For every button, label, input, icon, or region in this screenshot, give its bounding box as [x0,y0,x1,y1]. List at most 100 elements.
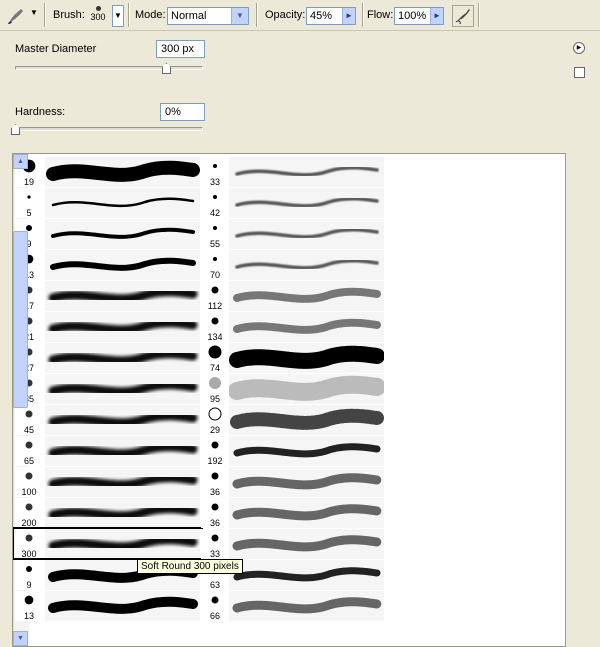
brush-stroke-preview[interactable] [45,436,200,466]
brush-picker-panel: Master Diameter 300 px Hardness: 0% ▶ 19… [0,32,600,647]
brush-preset-thumb[interactable]: 66 [201,591,229,621]
brush-preset-thumb[interactable]: 65 [15,436,43,466]
texture-brush-tip-icon [211,596,219,604]
brush-stroke-preview[interactable] [45,312,200,342]
brush-stroke-preview[interactable] [45,157,200,187]
mode-select[interactable]: Normal ▼ [167,7,249,25]
brush-stroke-preview[interactable] [229,560,384,590]
brush-stroke-preview[interactable] [229,188,384,218]
brush-size-label: 36 [209,487,220,497]
brush-tool-icon[interactable] [6,6,26,26]
soft-brush-tip-icon [25,472,33,480]
leaf-brush-tip-icon [208,345,222,359]
stroke-preview [229,375,384,401]
opacity-field[interactable]: 45% ► [306,7,356,25]
brush-stroke-preview[interactable] [229,250,384,280]
brush-preset-thumb[interactable]: 70 [201,250,229,280]
brush-preset-thumb[interactable]: 134 [201,312,229,342]
master-diameter-slider[interactable] [15,66,203,70]
brush-stroke-preview[interactable] [45,250,200,280]
brush-stroke-preview[interactable] [229,498,384,528]
brush-stroke-preview[interactable] [45,374,200,404]
brush-size-label: 29 [209,425,220,435]
brush-size-label: 5 [26,208,32,218]
tool-preset-arrow-icon[interactable]: ▼ [30,8,38,17]
brush-preset-thumb[interactable]: 33 [201,529,229,559]
brush-stroke-preview[interactable] [45,591,200,621]
brush-stroke-preview[interactable] [45,405,200,435]
brush-preview[interactable]: 300 [86,4,110,28]
scrollbar-thumb[interactable] [13,231,28,408]
brush-preset-thumb[interactable]: 192 [201,436,229,466]
new-preset-icon[interactable] [574,67,585,78]
stroke-preview [235,197,379,208]
brush-stroke-preview[interactable] [229,343,384,373]
brush-stroke-preview[interactable] [229,157,384,187]
stroke-preview [51,197,195,208]
brush-picker-button[interactable]: ▼ [112,5,124,27]
hardness-input[interactable]: 0% [160,103,205,121]
brush-preset-thumb[interactable]: 36 [201,467,229,497]
brush-stroke-preview[interactable] [229,467,384,497]
chevron-down-icon[interactable]: ▼ [231,8,248,24]
scroll-up-icon[interactable]: ▲ [13,154,28,169]
stroke-preview [46,160,200,182]
brush-preset-thumb[interactable]: 42 [201,188,229,218]
brush-stroke-preview[interactable] [45,498,200,528]
brush-label: Brush: [53,9,85,21]
brush-stroke-preview[interactable] [45,343,200,373]
scroll-down-icon[interactable]: ▼ [13,631,28,646]
brush-stroke-preview[interactable] [45,467,200,497]
master-diameter-input[interactable]: 300 px [156,40,205,58]
brush-stroke-preview[interactable] [45,188,200,218]
brush-preset-thumb[interactable]: 100 [15,467,43,497]
brush-size-label: 66 [209,611,220,621]
opacity-slider-arrow-icon[interactable]: ► [342,8,355,24]
master-diameter-slider-thumb[interactable] [162,63,171,74]
brush-stroke-preview[interactable] [229,374,384,404]
soft-brush-tip-icon [25,410,33,418]
stroke-preview [48,504,198,521]
brush-preset-thumb[interactable]: 95 [201,374,229,404]
stroke-preview [51,227,195,239]
brush-preset-thumb[interactable]: 5 [15,188,43,218]
brush-size-label: 74 [209,363,220,373]
brush-stroke-preview[interactable] [229,219,384,249]
brush-preset-thumb[interactable]: 74 [201,343,229,373]
brush-stroke-preview[interactable] [45,219,200,249]
brush-preset-thumb[interactable]: 55 [201,219,229,249]
stroke-preview [235,259,379,270]
brush-size-label: 112 [207,301,223,311]
hardness-slider[interactable] [15,127,203,131]
texture-brush-tip-icon [211,472,219,480]
hard-brush-tip-icon [27,195,31,199]
flow-field[interactable]: 100% ► [394,7,444,25]
brush-preset-thumb[interactable]: 29 [201,405,229,435]
brush-stroke-preview[interactable] [229,591,384,621]
brush-preset-thumb[interactable]: 36 [201,498,229,528]
brush-size-label: 45 [23,425,34,435]
brush-preset-thumb[interactable]: 45 [15,405,43,435]
hardness-slider-thumb[interactable] [11,124,20,135]
brush-preset-thumb[interactable]: 33 [201,157,229,187]
brush-size-label: 55 [209,239,220,249]
brush-preset-thumb[interactable]: 200 [15,498,43,528]
brush-stroke-preview[interactable] [229,405,384,435]
flow-slider-arrow-icon[interactable]: ► [430,8,443,24]
brush-stroke-preview[interactable] [229,312,384,342]
panel-menu-icon[interactable]: ▶ [573,42,585,54]
brush-preset-thumb[interactable]: 13 [15,591,43,621]
hardness-label: Hardness: [15,106,66,118]
brush-stroke-preview[interactable] [229,529,384,559]
brush-size-label: 65 [23,456,34,466]
brush-stroke-preview[interactable] [229,281,384,311]
airbrush-icon[interactable] [452,5,474,27]
brush-stroke-preview[interactable] [229,436,384,466]
brush-preset-thumb[interactable]: 112 [201,281,229,311]
texture-brush-tip-icon [211,503,219,511]
brush-stroke-preview[interactable] [45,281,200,311]
brush-preset-thumb[interactable]: 9 [15,560,43,590]
stroke-preview [232,597,382,614]
flow-value: 100% [398,10,427,22]
brush-size: 300 [90,12,106,22]
